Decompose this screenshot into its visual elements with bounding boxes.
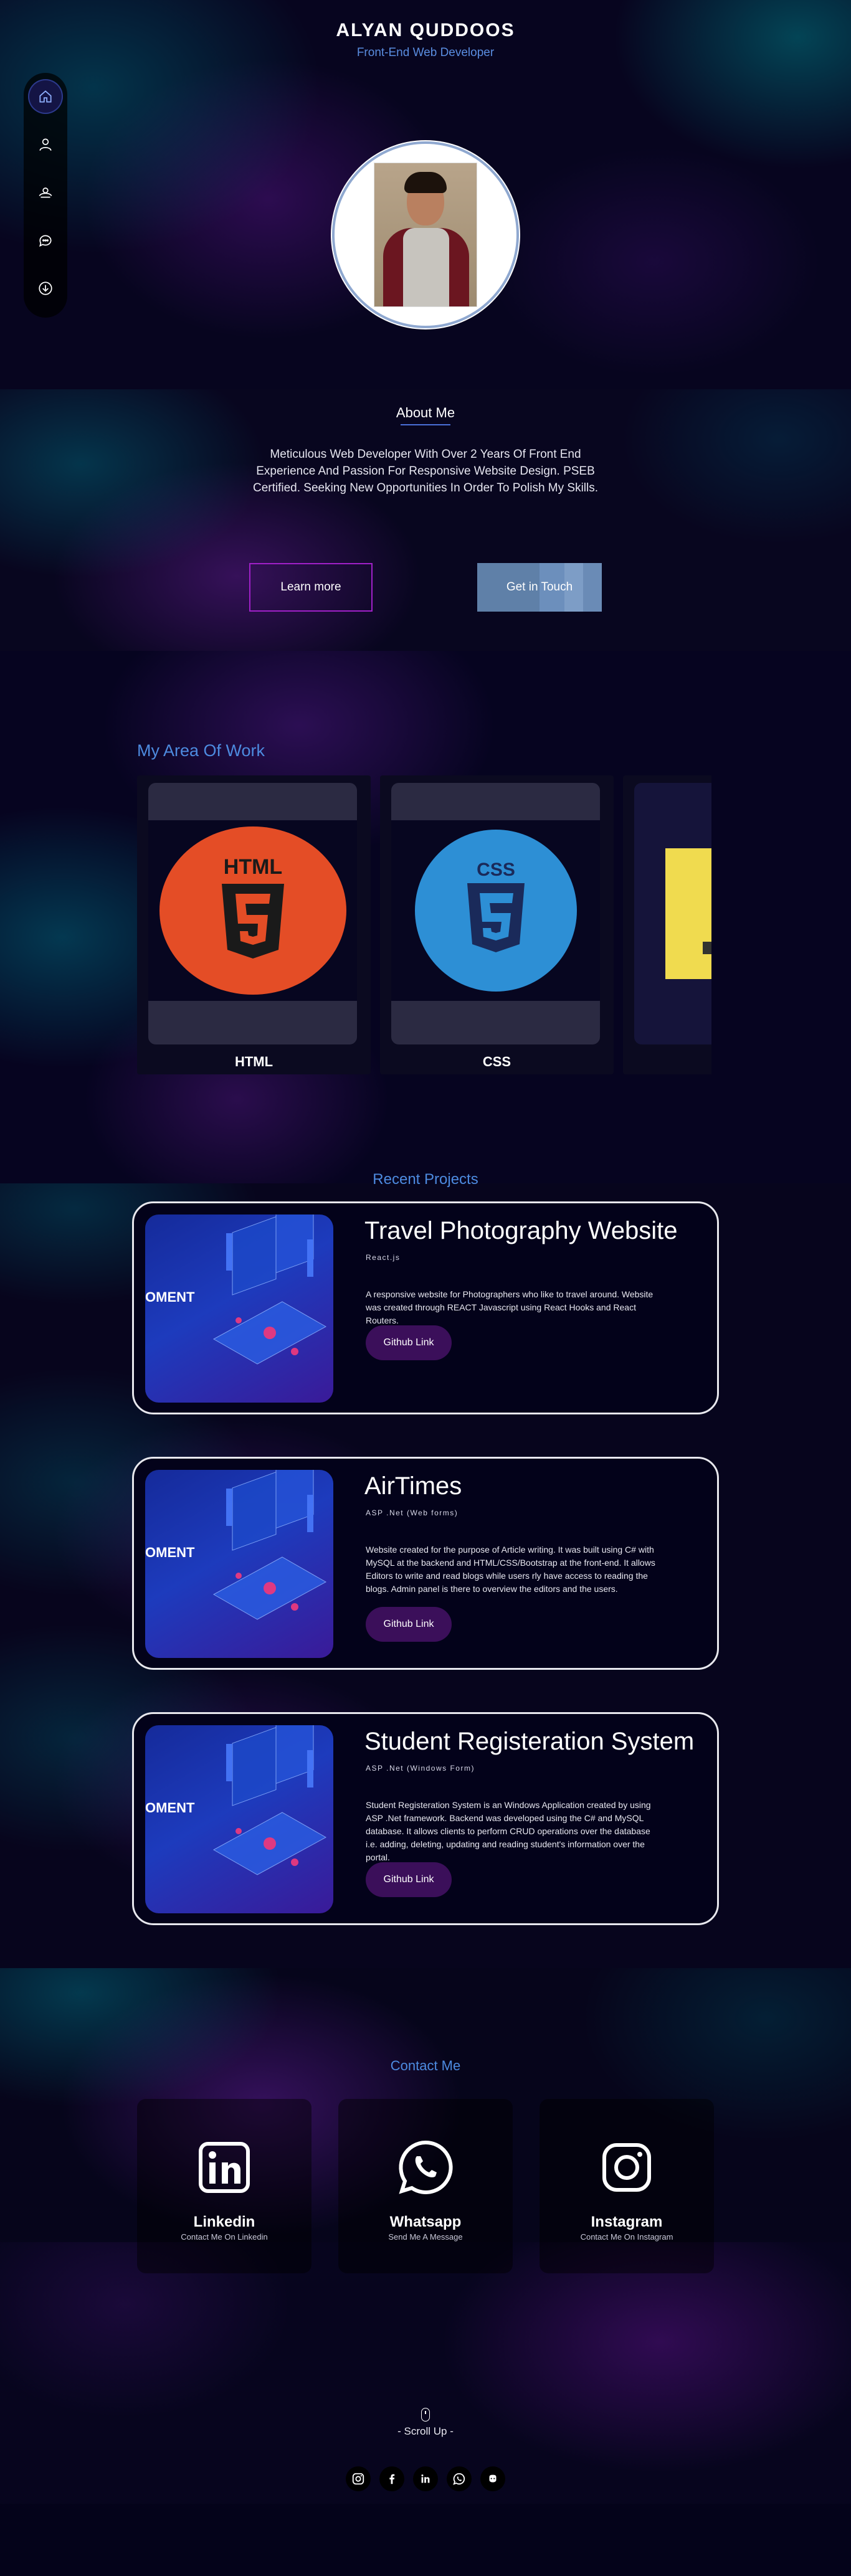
svg-text:HTML: HTML	[223, 855, 282, 879]
side-nav	[24, 73, 67, 318]
skill-label: JA	[623, 1054, 711, 1070]
nav-download-button[interactable]	[28, 271, 63, 306]
svg-text:OMENT: OMENT	[145, 1800, 195, 1816]
footer-instagram-link[interactable]	[346, 2466, 371, 2491]
whatsapp-icon	[453, 2473, 465, 2485]
learn-more-button[interactable]: Learn more	[249, 563, 373, 612]
contact-subtitle: Contact Me On Instagram	[580, 2232, 673, 2242]
footer-social-links	[343, 2466, 508, 2491]
skill-card[interactable]: HTML HTML	[137, 775, 371, 1074]
skill-label: CSS	[482, 1054, 511, 1069]
hero-name: ALYAN QUDDOOS	[336, 20, 515, 40]
contact-subtitle: Send Me A Message	[388, 2232, 463, 2242]
user-icon	[39, 138, 52, 151]
project-thumbnail: OMENT	[145, 1725, 333, 1913]
contact-subtitle: Contact Me On Linkedin	[181, 2232, 268, 2242]
skill-card-frame: HTML	[148, 783, 357, 1044]
project-card: OMENT Travel Photography Website React.j…	[132, 1201, 719, 1414]
footer-background	[0, 2242, 851, 2504]
whatsapp-icon	[399, 2140, 453, 2194]
skills-icon	[39, 187, 52, 198]
contact-card-whatsapp[interactable]: Whatsapp Send Me A Message	[338, 2099, 513, 2273]
scroll-up-link[interactable]: - Scroll Up -	[0, 2425, 851, 2438]
javascript-logo-icon	[665, 848, 711, 979]
about-title-underline	[401, 424, 450, 425]
about-title: About Me	[396, 405, 455, 420]
project-tech: ASP .Net (Web forms)	[366, 1508, 459, 1517]
project-thumbnail: OMENT	[145, 1470, 333, 1658]
projects-title: Recent Projects	[373, 1171, 478, 1188]
footer-github-link[interactable]	[480, 2466, 505, 2491]
instagram-icon	[602, 2143, 651, 2192]
project-name: AirTimes	[364, 1472, 462, 1500]
footer-whatsapp-link[interactable]	[447, 2466, 472, 2491]
avatar	[332, 141, 519, 328]
nav-about-button[interactable]	[28, 127, 63, 162]
nav-contact-button[interactable]	[28, 223, 63, 258]
chat-icon	[39, 235, 52, 247]
home-icon	[39, 90, 52, 103]
project-card: OMENT Student Registeration System ASP .…	[132, 1712, 719, 1925]
project-name: Travel Photography Website	[364, 1217, 678, 1244]
github-link-button[interactable]: Github Link	[366, 1862, 452, 1897]
skill-label: HTML	[234, 1054, 273, 1069]
bottom-strip	[0, 2504, 851, 2576]
contact-name: Instagram	[591, 2214, 663, 2230]
get-in-touch-button[interactable]: Get in Touch	[477, 563, 602, 612]
project-description: Website created for the purpose of Artic…	[366, 1545, 655, 1594]
skill-card-frame: CSS	[391, 783, 600, 1044]
contact-name: Linkedin	[193, 2214, 255, 2230]
github-link-button[interactable]: Github Link	[366, 1325, 452, 1360]
project-thumbnail: OMENT	[145, 1215, 333, 1403]
project-card: OMENT AirTimes ASP .Net (Web forms) Webs…	[132, 1457, 719, 1670]
project-description: A responsive website for Photographers w…	[366, 1289, 654, 1325]
project-tech: ASP .Net (Windows Form)	[366, 1764, 475, 1773]
project-name: Student Registeration System	[364, 1728, 695, 1755]
nav-work-button[interactable]	[28, 175, 63, 210]
svg-text:OMENT: OMENT	[145, 1545, 195, 1560]
work-title: My Area Of Work	[137, 741, 265, 760]
contact-card-linkedin[interactable]: Linkedin Contact Me On Linkedin	[137, 2099, 311, 2273]
skill-card[interactable]: CSS CSS	[380, 775, 614, 1074]
hero-role: Front-End Web Developer	[356, 46, 495, 59]
skill-card-frame	[634, 783, 711, 1044]
skill-card[interactable]: JA	[623, 775, 711, 1074]
contact-name: Whatsapp	[389, 2214, 462, 2230]
profile-photo	[374, 163, 477, 307]
contact-title: Contact Me	[390, 2058, 461, 2073]
project-description: Student Registeration System is an Windo…	[366, 1800, 651, 1862]
svg-text:OMENT: OMENT	[145, 1289, 195, 1305]
linkedin-icon	[421, 2474, 430, 2483]
html5-logo-icon: HTML	[159, 826, 346, 995]
download-icon	[39, 282, 52, 295]
contact-card-instagram[interactable]: Instagram Contact Me On Instagram	[540, 2099, 714, 2273]
facebook-icon	[389, 2474, 395, 2484]
github-icon	[489, 2474, 497, 2483]
svg-text:CSS: CSS	[477, 859, 515, 880]
linkedin-icon	[199, 2142, 250, 2193]
css3-logo-icon: CSS	[414, 830, 577, 992]
project-tech: React.js	[366, 1253, 401, 1262]
footer-facebook-link[interactable]	[379, 2466, 404, 2491]
footer-linkedin-link[interactable]	[413, 2466, 438, 2491]
skills-carousel[interactable]: HTML HTML CSS CSS	[137, 775, 711, 1074]
about-background	[0, 389, 851, 651]
instagram-icon	[352, 2473, 364, 2485]
mouse-scroll-icon	[421, 2408, 430, 2422]
about-text: Meticulous Web Developer With Over 2 Yea…	[252, 448, 599, 495]
nav-home-button[interactable]	[28, 79, 63, 114]
github-link-button[interactable]: Github Link	[366, 1607, 452, 1642]
